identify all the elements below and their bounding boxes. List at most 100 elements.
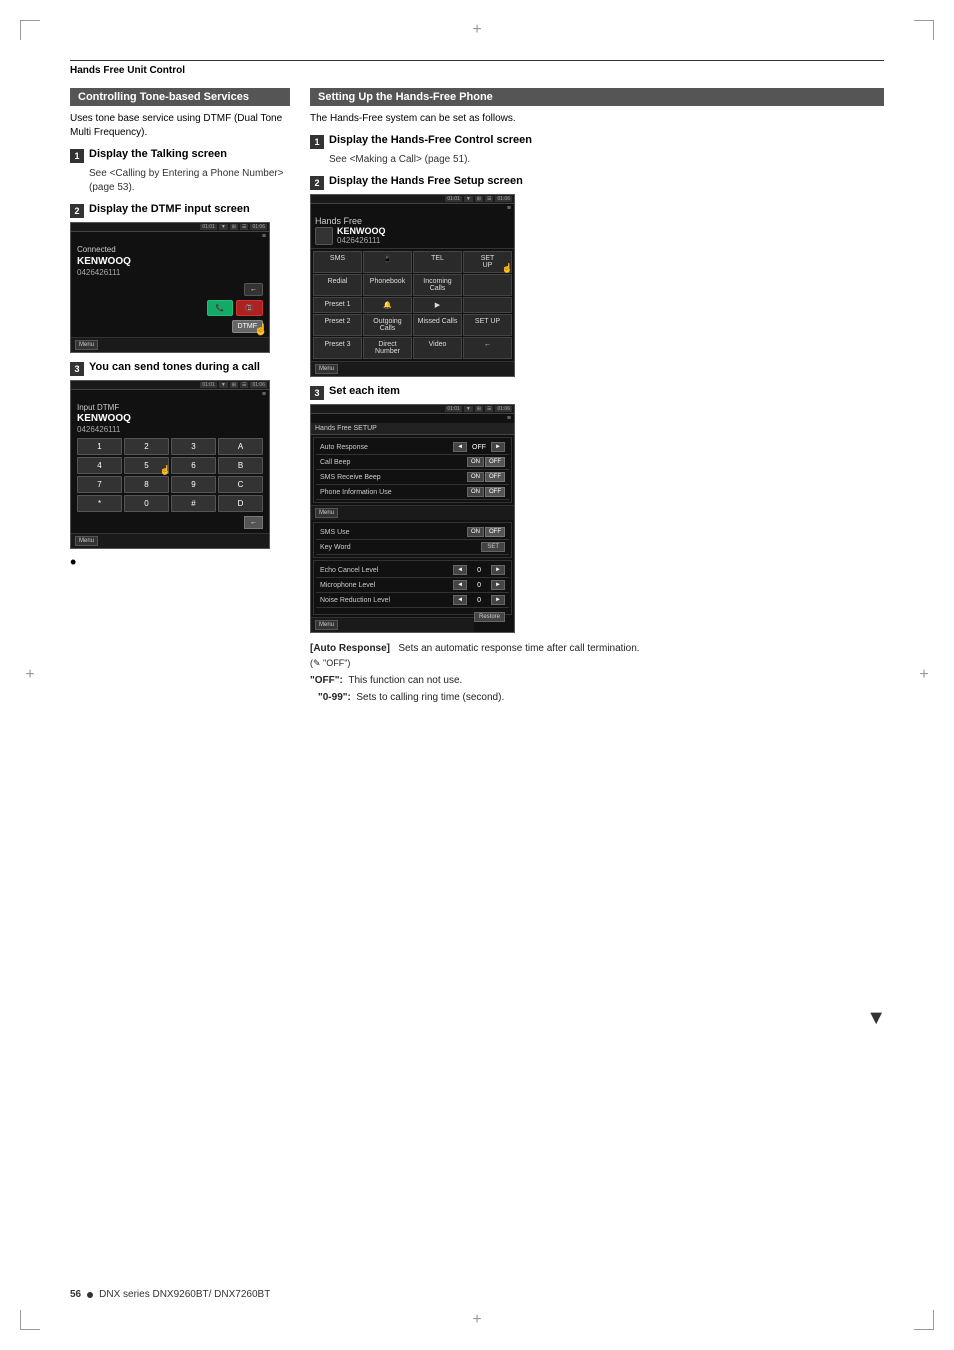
screen-top-bar-1: 01:01 ▼ ⊞ ☰ 01:06 <box>71 223 269 232</box>
key-0[interactable]: 0 <box>124 495 169 512</box>
key-9[interactable]: 9 <box>171 476 216 493</box>
setup-row-echo: Echo Cancel Level ◄ 0 ► <box>316 563 509 578</box>
btn-hangup[interactable]: 📵 <box>236 300 263 316</box>
caller-number-1: 0426426111 <box>77 268 263 277</box>
menu-bar-1: Menu <box>71 337 269 352</box>
arrow-right-1[interactable]: ► <box>491 442 505 452</box>
arrow-left-1[interactable]: ◄ <box>453 442 467 452</box>
mic-right[interactable]: ► <box>491 580 505 590</box>
hf-cell-play[interactable]: ▶ <box>413 297 462 313</box>
mic-left[interactable]: ◄ <box>453 580 467 590</box>
phoneinfo-off[interactable]: OFF <box>485 487 505 497</box>
hf-caller-row: KENWOOQ 0426426111 <box>315 226 510 245</box>
hf-cell-outgoing[interactable]: Outgoing Calls <box>363 314 412 336</box>
key-8[interactable]: 8 <box>124 476 169 493</box>
setup-menu-btn-1[interactable]: Menu <box>315 508 338 518</box>
setup-row-phoneinfo: Phone Information Use ON OFF <box>316 485 509 500</box>
corner-mark-bl <box>20 1310 40 1330</box>
hf-cell-redial[interactable]: Redial <box>313 274 362 296</box>
hf-cell-video[interactable]: Video <box>413 337 462 359</box>
hf-cell-missed[interactable]: Missed Calls <box>413 314 462 336</box>
menu-btn-1[interactable]: Menu <box>75 340 98 350</box>
hf-caller-info: KENWOOQ 0426426111 <box>337 226 386 245</box>
setup-row-keyword: Key Word SET <box>316 540 509 555</box>
key-star[interactable]: * <box>77 495 122 512</box>
key-D[interactable]: D <box>218 495 263 512</box>
setup-controls-keyword: SET <box>481 542 505 552</box>
hf-cell-tel[interactable]: TEL <box>413 251 462 273</box>
setup-row-autoresponse: Auto Response ◄ OFF ► <box>316 440 509 455</box>
noise-left[interactable]: ◄ <box>453 595 467 605</box>
key-4[interactable]: 4 <box>77 457 122 474</box>
setup-row-mic: Microphone Level ◄ 0 ► <box>316 578 509 593</box>
caller-number-2: 0426426111 <box>77 425 263 434</box>
hf-cell-incoming[interactable]: Incoming Calls <box>413 274 462 296</box>
echo-left[interactable]: ◄ <box>453 565 467 575</box>
key-B[interactable]: B <box>218 457 263 474</box>
btn-back[interactable]: ← <box>244 283 263 296</box>
smsbeep-on[interactable]: ON <box>467 472 484 482</box>
callbeep-off[interactable]: OFF <box>485 457 505 467</box>
btn-answer[interactable]: 📞 <box>207 300 234 316</box>
page-footer: 56 DNX series DNX9260BT/ DNX7260BT <box>70 1289 270 1300</box>
cursor-hand-1: ☝ <box>254 323 268 336</box>
dtmf-button[interactable]: DTMF ☝ <box>232 320 263 333</box>
hf-cell-setup-top[interactable]: SETUP ☝ <box>463 251 512 273</box>
desc-autoresponse: [Auto Response] Sets an automatic respon… <box>310 641 884 671</box>
key-1[interactable]: 1 <box>77 438 122 455</box>
hf-cell-preset3[interactable]: Preset 3 <box>313 337 362 359</box>
arrow-indicator: ▼ <box>866 1007 886 1030</box>
right-step-1-num: 1 <box>310 135 324 149</box>
noise-right[interactable]: ► <box>491 595 505 605</box>
callbeep-onoff: ON OFF <box>467 457 505 467</box>
hf-cell-bell[interactable]: 🔔 <box>363 297 412 313</box>
step-3-num: 3 <box>70 362 84 376</box>
menu-btn-2[interactable]: Menu <box>75 536 98 546</box>
setup-screen-wrapper: 01:01 ▼ ⊞ ☰ 01:06 ≡ Hands Free SETUP Aut… <box>310 404 884 633</box>
hf-cell-back[interactable]: ← <box>463 337 512 359</box>
dtmf-back-btn[interactable]: ← <box>244 516 263 529</box>
restore-btn[interactable]: Restore <box>474 612 505 622</box>
screen-scroll: ≡ <box>71 232 269 241</box>
key-hash[interactable]: # <box>171 495 216 512</box>
setup-section-3: Echo Cancel Level ◄ 0 ► Microphone Level… <box>313 560 512 615</box>
hf-menu-btn[interactable]: Menu <box>315 364 338 374</box>
key-5[interactable]: 5 ☝ <box>124 457 169 474</box>
smsuse-on[interactable]: ON <box>467 527 484 537</box>
footer-separator <box>87 1292 93 1298</box>
right-intro: The Hands-Free system can be set as foll… <box>310 112 884 126</box>
hf-cell-sms[interactable]: SMS <box>313 251 362 273</box>
hf-cell-setup-bottom[interactable]: SET UP <box>463 314 512 336</box>
hf-cell-phone-icon[interactable]: 📱 <box>363 251 412 273</box>
key-2[interactable]: 2 <box>124 438 169 455</box>
smsuse-off[interactable]: OFF <box>485 527 505 537</box>
key-7[interactable]: 7 <box>77 476 122 493</box>
setup-controls-echo: ◄ 0 ► <box>453 565 505 575</box>
hf-cell-preset1[interactable]: Preset 1 <box>313 297 362 313</box>
connected-label: Connected <box>77 245 263 254</box>
setup-scroll: ≡ <box>311 414 514 423</box>
footer-series: DNX series DNX9260BT/ DNX7260BT <box>99 1289 270 1300</box>
setup-menu-btn-2[interactable]: Menu <box>315 620 338 630</box>
hf-cell-preset2[interactable]: Preset 2 <box>313 314 362 336</box>
echo-right[interactable]: ► <box>491 565 505 575</box>
hf-top-section: Hands Free KENWOOQ 0426426111 <box>311 213 514 249</box>
key-6[interactable]: 6 <box>171 457 216 474</box>
key-3[interactable]: 3 <box>171 438 216 455</box>
setup-row-smsbeep: SMS Receive Beep ON OFF <box>316 470 509 485</box>
setup-section-2: SMS Use ON OFF Key Word SET <box>313 522 512 558</box>
smsbeep-off[interactable]: OFF <box>485 472 505 482</box>
key-A[interactable]: A <box>218 438 263 455</box>
hf-top-bar: 01:01 ▼ ⊞ ☰ 01:06 <box>311 195 514 204</box>
phoneinfo-on[interactable]: ON <box>467 487 484 497</box>
setup-row-noise: Noise Reduction Level ◄ 0 ► <box>316 593 509 608</box>
callbeep-on[interactable]: ON <box>467 457 484 467</box>
keyword-set-btn[interactable]: SET <box>481 542 505 552</box>
desc-note: (✎ "OFF") <box>310 658 350 668</box>
key-C[interactable]: C <box>218 476 263 493</box>
menu-bar-2: Menu <box>71 533 269 548</box>
right-step-3-label: 3 Set each item <box>310 385 884 400</box>
hf-cell-direct[interactable]: Direct Number <box>363 337 412 359</box>
connected-screen-wrapper: 01:01 ▼ ⊞ ☰ 01:06 ≡ Connected KENWOOQ 04… <box>70 222 290 353</box>
hf-cell-phonebook[interactable]: Phonebook <box>363 274 412 296</box>
